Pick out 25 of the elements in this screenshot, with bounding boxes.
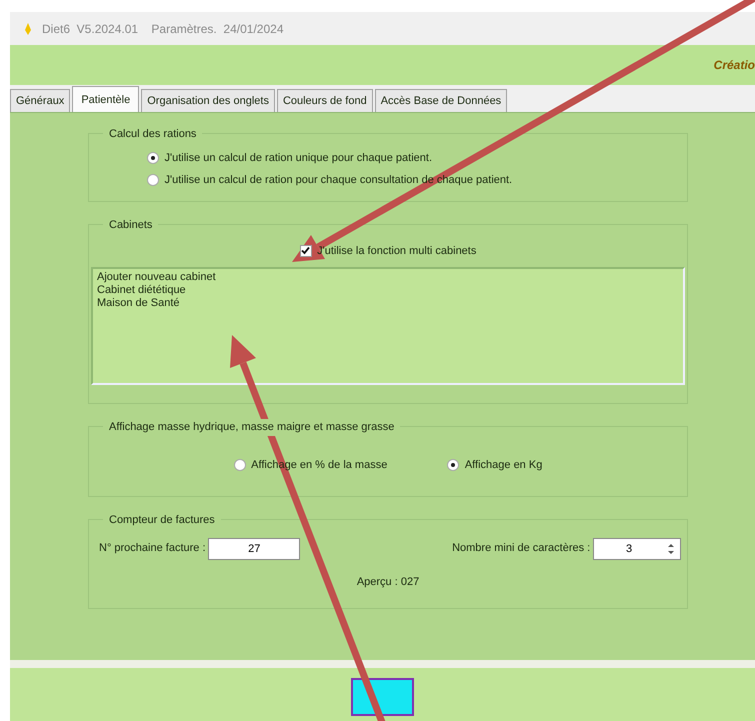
tab[interactable]: Organisation des onglets (141, 88, 275, 112)
header-text: Créatio (714, 57, 755, 74)
radio-label: Affichage en Kg (464, 458, 542, 473)
checkbox[interactable] (300, 244, 312, 257)
radio-button[interactable] (447, 459, 460, 472)
radio-button[interactable] (147, 174, 159, 186)
app-icon (22, 22, 34, 36)
tab[interactable]: Accès Base de Données (374, 88, 508, 112)
invoice-number-field[interactable]: 27 (208, 538, 300, 560)
tab[interactable]: Patientèle (72, 86, 140, 113)
field-label: N° prochaine facture : (99, 541, 206, 556)
window-title: Diet6 V5.2024.01 Paramètres. 24/01/2024 (42, 20, 284, 38)
list-item[interactable]: Cabinet diététique (97, 284, 679, 297)
radio-label: J'utilise un calcul de ration unique pour chaque patient. (164, 151, 432, 166)
radio-button[interactable] (234, 459, 246, 472)
list-item[interactable]: Maison de Santé (97, 297, 679, 310)
preview-text: Aperçu : 027 (356, 574, 420, 590)
tab[interactable]: Couleurs de fond (276, 88, 373, 112)
tab[interactable]: Généraux (10, 88, 70, 112)
group-title: Affichage masse hydrique, masse maigre et masse grasse (103, 419, 400, 436)
cabinet-list[interactable]: Ajouter nouveau cabinet Cabinet diététique Maison de Santé (91, 267, 685, 385)
field-label: Nombre mini de caractères : (452, 541, 590, 556)
list-item[interactable]: Ajouter nouveau cabinet (97, 271, 679, 284)
radio-button[interactable] (147, 152, 159, 164)
number-spinner[interactable]: 3 (593, 538, 681, 560)
